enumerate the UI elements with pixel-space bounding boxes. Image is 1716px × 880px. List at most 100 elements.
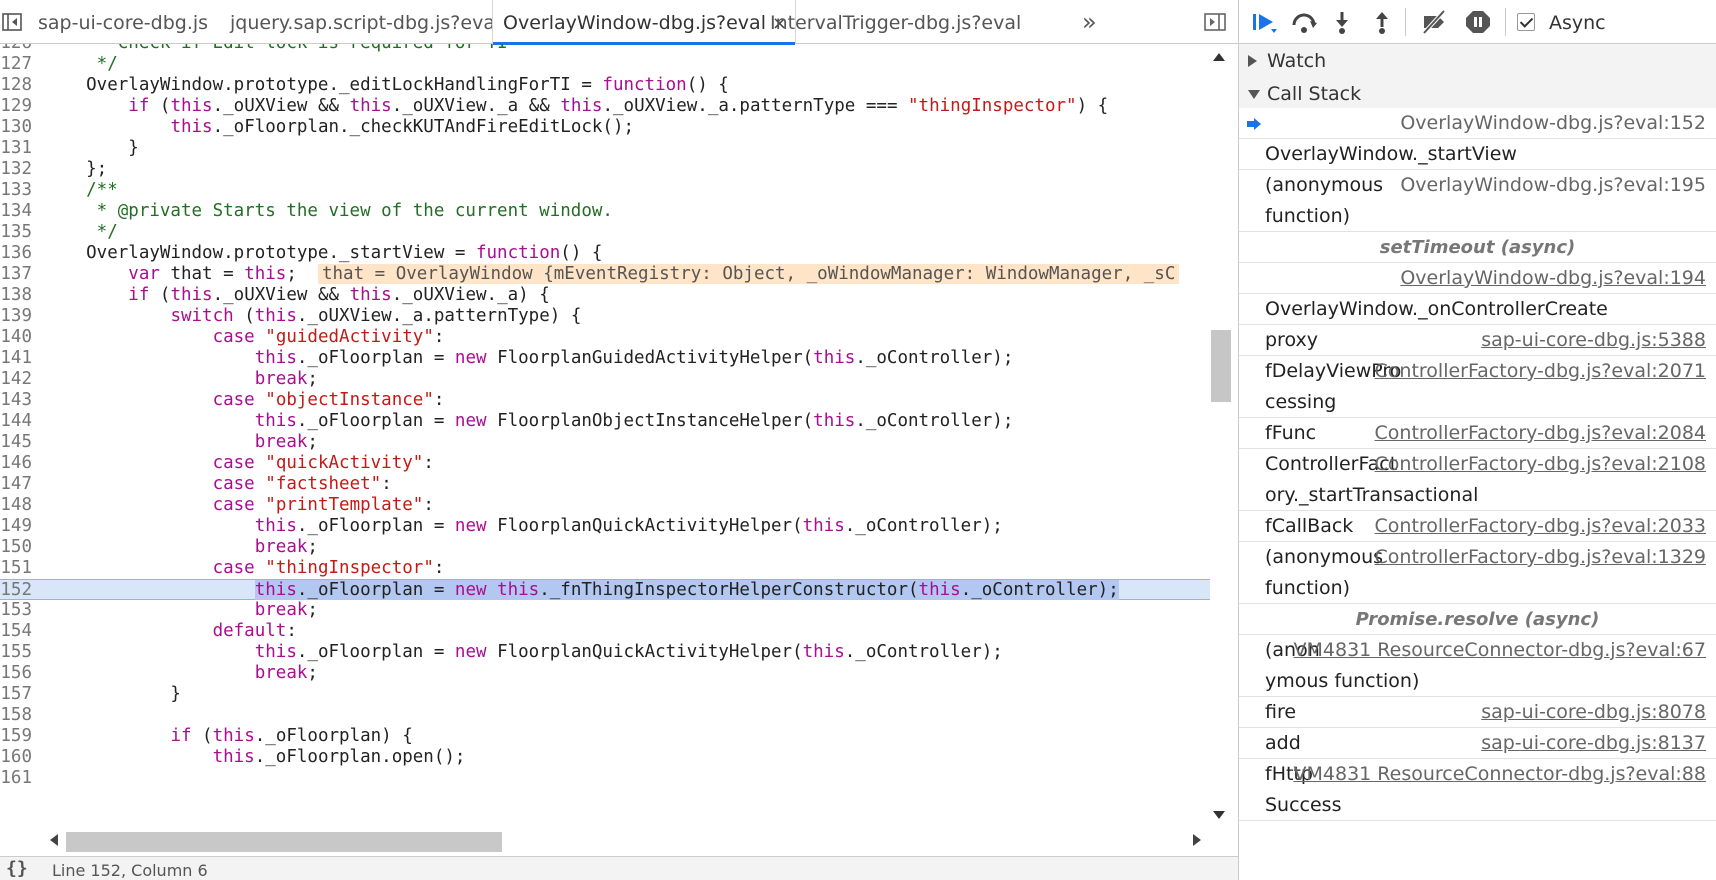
line-number[interactable]: 145 [0, 432, 32, 453]
code-line[interactable]: 136 OverlayWindow.prototype._startView =… [0, 243, 1210, 264]
line-number[interactable]: 127 [0, 54, 32, 75]
code-line[interactable]: 155 this._oFloorplan = new FloorplanQuic… [0, 642, 1210, 663]
code-line[interactable]: 137 var that = this; that = OverlayWindo… [0, 264, 1210, 285]
code-line[interactable]: 130 this._oFloorplan._checkKUTAndFireEdi… [0, 117, 1210, 138]
step-over-icon[interactable] [1289, 9, 1319, 35]
toggle-navigator-icon[interactable] [2, 12, 22, 32]
code-line[interactable]: 143 case "objectInstance": [0, 390, 1210, 411]
scroll-up-arrow-icon[interactable] [1213, 53, 1225, 61]
code-line[interactable]: 141 this._oFloorplan = new FloorplanGuid… [0, 348, 1210, 369]
code-line[interactable]: 127 */ [0, 54, 1210, 75]
line-number[interactable]: 130 [0, 117, 32, 138]
line-number[interactable]: 133 [0, 180, 32, 201]
more-tabs-icon[interactable]: » [1082, 8, 1097, 36]
frame-location-link[interactable]: OverlayWindow-dbg.js?eval:195 [1400, 170, 1706, 201]
line-number[interactable]: 142 [0, 369, 32, 390]
line-number[interactable]: 158 [0, 705, 32, 726]
line-number[interactable]: 148 [0, 495, 32, 516]
call-frame[interactable]: fHttp Success VM4831 ResourceConnector-dbg… [1239, 759, 1716, 821]
code-line[interactable]: 138 if (this._oUXView && this._oUXView._… [0, 285, 1210, 306]
line-number[interactable]: 135 [0, 222, 32, 243]
code-line[interactable]: 133 /** [0, 180, 1210, 201]
line-number[interactable]: 140 [0, 327, 32, 348]
code-line[interactable]: 140 case "guidedActivity": [0, 327, 1210, 348]
call-frame[interactable]: (anon ymous function) VM4831 ResourceConne… [1239, 635, 1716, 697]
scroll-down-arrow-icon[interactable] [1213, 811, 1225, 819]
line-number[interactable]: 154 [0, 621, 32, 642]
line-number[interactable]: 160 [0, 747, 32, 768]
code-line[interactable]: 159 if (this._oFloorplan) { [0, 726, 1210, 747]
line-number[interactable]: 157 [0, 684, 32, 705]
code-line[interactable]: 148 case "printTemplate": [0, 495, 1210, 516]
pretty-print-button[interactable]: {} [6, 858, 28, 879]
frame-location-link[interactable]: sap-ui-core-dbg.js:8137 [1481, 728, 1706, 759]
frame-location-link[interactable]: sap-ui-core-dbg.js:5388 [1481, 325, 1706, 356]
call-frame[interactable]: proxy sap-ui-core-dbg.js:5388 [1239, 325, 1716, 356]
deactivate-breakpoints-icon[interactable] [1419, 9, 1449, 35]
call-frame[interactable]: OverlayWindow._onControllerCreate [1239, 294, 1716, 325]
code-line[interactable]: 153 break; [0, 600, 1210, 621]
frame-location-link[interactable]: OverlayWindow-dbg.js?eval:194 [1400, 263, 1706, 294]
line-number[interactable]: 146 [0, 453, 32, 474]
code-line[interactable]: 139 switch (this._oUXView._a.patternType… [0, 306, 1210, 327]
tab-overlay-window[interactable]: OverlayWindow-dbg.js?eval × [492, 0, 797, 45]
line-number[interactable]: 149 [0, 516, 32, 537]
code-line[interactable]: 149 this._oFloorplan = new FloorplanQuic… [0, 516, 1210, 537]
code-line-current[interactable]: 152 this._oFloorplan = new this._fnThing… [0, 579, 1210, 600]
step-out-icon[interactable] [1367, 9, 1397, 35]
line-number[interactable]: 147 [0, 474, 32, 495]
code-line[interactable]: 128 OverlayWindow.prototype._editLockHan… [0, 75, 1210, 96]
code-line[interactable]: 142 break; [0, 369, 1210, 390]
line-number[interactable]: 156 [0, 663, 32, 684]
code-line[interactable]: 150 break; [0, 537, 1210, 558]
line-number[interactable]: 128 [0, 75, 32, 96]
line-number[interactable]: 150 [0, 537, 32, 558]
tab-interval-trigger[interactable]: IntervalTrigger-dbg.js?eval [770, 0, 1021, 44]
code-line[interactable]: 154 default: [0, 621, 1210, 642]
line-number[interactable]: 136 [0, 243, 32, 264]
call-frame[interactable]: ControllerFact ory._startTransactional Con… [1239, 449, 1716, 511]
line-number[interactable]: 139 [0, 306, 32, 327]
line-number[interactable]: 153 [0, 600, 32, 621]
scroll-left-arrow-icon[interactable] [50, 834, 58, 846]
line-number[interactable]: 155 [0, 642, 32, 663]
line-number[interactable]: 134 [0, 201, 32, 222]
code-line[interactable]: 156 break; [0, 663, 1210, 684]
frame-location-link[interactable]: ControllerFactory-dbg.js?eval:2071 [1375, 356, 1706, 387]
line-number[interactable]: 137 [0, 264, 32, 285]
call-frame[interactable]: fFunc ControllerFactory-dbg.js?eval:2084 [1239, 418, 1716, 449]
code-line[interactable]: 129 if (this._oUXView && this._oUXView._… [0, 96, 1210, 117]
code-editor[interactable]: 126 * Check if Edit lock is required for… [0, 44, 1238, 852]
frame-location-link[interactable]: ControllerFactory-dbg.js?eval:1329 [1375, 542, 1706, 573]
line-number[interactable]: 131 [0, 138, 32, 159]
watch-section-header[interactable]: Watch [1239, 44, 1716, 78]
frame-location-link[interactable]: sap-ui-core-dbg.js:8078 [1481, 697, 1706, 728]
line-number[interactable]: 129 [0, 96, 32, 117]
frame-location-link[interactable]: ControllerFactory-dbg.js?eval:2033 [1375, 511, 1706, 542]
call-frame[interactable]: add sap-ui-core-dbg.js:8137 [1239, 728, 1716, 759]
code-line[interactable]: 157 } [0, 684, 1210, 705]
call-frame[interactable]: fDelayViewPro cessing ControllerFactory-db… [1239, 356, 1716, 418]
call-frame-selected[interactable]: OverlayWindow-dbg.js?eval:152 [1239, 108, 1716, 139]
call-frame[interactable]: fCallBack ControllerFactory-dbg.js?eval:2… [1239, 511, 1716, 542]
pause-on-exceptions-icon[interactable] [1463, 9, 1493, 35]
line-number[interactable]: 159 [0, 726, 32, 747]
line-number[interactable]: 161 [0, 768, 32, 789]
step-into-icon[interactable] [1327, 9, 1357, 35]
call-stack-section-header[interactable]: Call Stack [1239, 77, 1716, 111]
code-line[interactable]: 160 this._oFloorplan.open(); [0, 747, 1210, 768]
line-number[interactable]: 143 [0, 390, 32, 411]
horizontal-scrollbar-thumb[interactable] [66, 832, 502, 852]
call-frame[interactable]: OverlayWindow-dbg.js?eval:194 [1239, 263, 1716, 294]
tab-jquery-sap-script[interactable]: jquery.sap.script-dbg.js?eval [230, 0, 500, 44]
frame-location-link[interactable]: ControllerFactory-dbg.js?eval:2108 [1375, 449, 1706, 480]
code-line[interactable]: 145 break; [0, 432, 1210, 453]
code-line[interactable]: 161 [0, 768, 1210, 789]
toggle-debugger-icon[interactable] [1204, 13, 1226, 31]
frame-location-link[interactable]: ControllerFactory-dbg.js?eval:2084 [1375, 418, 1706, 449]
call-frame[interactable]: (anonymous function) OverlayWindow-dbg.js?… [1239, 170, 1716, 232]
line-number[interactable]: 141 [0, 348, 32, 369]
line-number[interactable]: 126 [0, 44, 32, 54]
line-number[interactable]: 151 [0, 558, 32, 579]
call-frame[interactable]: OverlayWindow._startView [1239, 139, 1716, 170]
